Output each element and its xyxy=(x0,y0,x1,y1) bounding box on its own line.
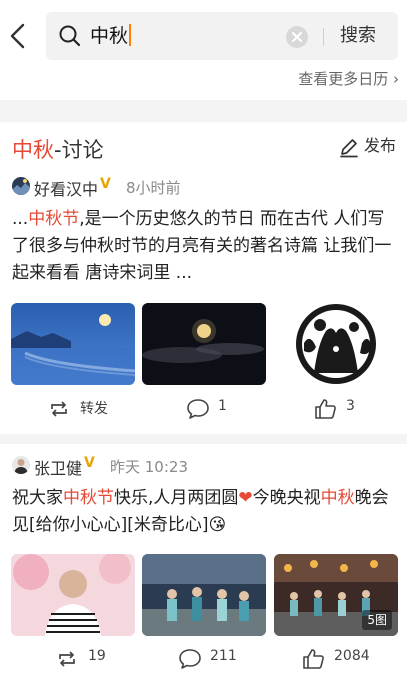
avatar[interactable] xyxy=(12,177,30,195)
post-action-bar: 19 211 2084 xyxy=(0,644,407,674)
post-image-moon[interactable] xyxy=(142,303,266,385)
papercut-image xyxy=(274,303,398,385)
post-image-dance[interactable] xyxy=(142,554,266,636)
post-text[interactable]: ...中秋节,是一个历史悠久的节日 而在古代 人们写了很多与仲秋时节的月亮有关的… xyxy=(12,206,396,290)
discussion-suffix: -讨论 xyxy=(54,138,104,162)
avatar-image xyxy=(12,177,30,195)
search-divider xyxy=(323,28,324,46)
post-image-papercut[interactable] xyxy=(274,303,398,385)
repost-icon xyxy=(51,401,67,417)
kiss-emoji: 😘 xyxy=(208,515,227,535)
verified-badge: V xyxy=(84,455,95,471)
pencil-icon xyxy=(340,139,358,158)
repost-icon xyxy=(59,651,75,667)
chevron-left-icon xyxy=(10,23,25,49)
post-text-part: 今晚央视 xyxy=(252,488,321,508)
post-action-bar: 转发 1 3 xyxy=(0,394,407,424)
image-count-badge: 5图 xyxy=(362,610,392,630)
like-count: 3 xyxy=(346,398,355,414)
publish-label: 发布 xyxy=(364,136,397,155)
search-box[interactable]: 中秋 搜索 xyxy=(46,12,398,60)
post-author[interactable]: 张卫健 xyxy=(34,455,82,479)
search-submit-button[interactable]: 搜索 xyxy=(340,24,376,48)
thumbs-up-icon xyxy=(315,399,336,419)
heart-emoji: ❤ xyxy=(238,488,253,508)
post-text-part: 快乐,人月两团圆 xyxy=(114,488,239,508)
discussion-title: 中秋-讨论 xyxy=(12,134,104,164)
comment-count: 211 xyxy=(210,648,237,664)
clear-search-button[interactable] xyxy=(286,26,308,48)
post-text-highlight: 中秋节 xyxy=(28,209,80,229)
post-text-highlight: 中秋节 xyxy=(63,488,114,508)
top-bar: 中秋 搜索 xyxy=(0,0,407,66)
more-calendar-link[interactable]: 查看更多日历 › xyxy=(298,68,399,89)
post-text[interactable]: 祝大家中秋节快乐,人月两团圆❤今晚央视中秋晚会见[给你小心心][米奇比心]😘 xyxy=(12,485,396,541)
post-separator xyxy=(0,434,407,444)
comment-icon xyxy=(187,399,209,419)
discussion-keyword: 中秋 xyxy=(12,138,54,162)
stage-dance-image xyxy=(142,554,266,636)
section-gap xyxy=(0,100,407,122)
comment-count: 1 xyxy=(218,398,227,414)
repost-count: 19 xyxy=(88,648,106,664)
thumbs-up-icon xyxy=(303,649,324,669)
post-text-part: 祝大家 xyxy=(12,488,63,508)
verified-badge: V xyxy=(100,176,111,192)
avatar[interactable] xyxy=(12,456,30,474)
search-input[interactable]: 中秋 xyxy=(90,24,131,48)
text-caret xyxy=(129,24,131,46)
comment-icon xyxy=(179,649,201,669)
repost-label: 转发 xyxy=(80,401,108,417)
post-text-highlight: 中秋 xyxy=(320,488,355,508)
like-count: 2084 xyxy=(334,648,370,664)
image-count: 5图 xyxy=(367,613,387,627)
bridge-moon-image xyxy=(11,303,135,385)
close-icon xyxy=(292,32,302,42)
post-time: 8小时前 xyxy=(126,179,181,197)
post-author[interactable]: 好看汉中 xyxy=(34,176,98,200)
post-image-portrait[interactable] xyxy=(11,554,135,636)
post-image-bridge[interactable] xyxy=(11,303,135,385)
avatar-image xyxy=(12,456,30,474)
post-time: 昨天 10:23 xyxy=(110,458,188,476)
post-text-part: ... xyxy=(12,209,29,229)
portrait-image xyxy=(11,554,135,636)
search-query: 中秋 xyxy=(90,25,129,47)
back-button[interactable] xyxy=(8,22,28,50)
search-icon xyxy=(59,25,81,47)
full-moon-image xyxy=(142,303,266,385)
post-image-street[interactable]: 5图 xyxy=(274,554,398,636)
